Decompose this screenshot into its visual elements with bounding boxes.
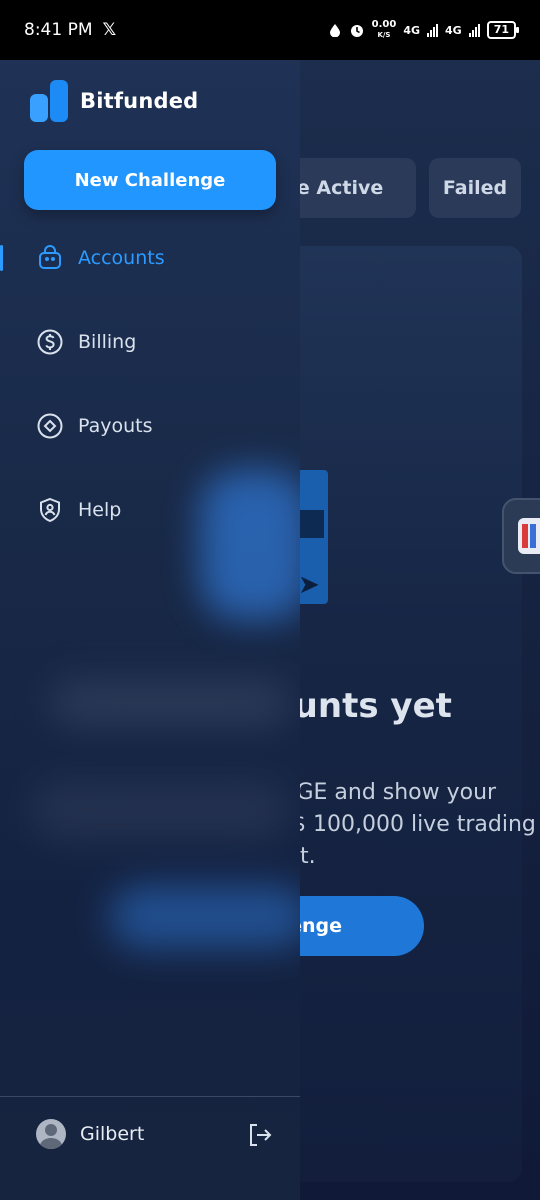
x-icon: 𝕏 bbox=[102, 20, 117, 40]
logout-icon[interactable] bbox=[246, 1121, 274, 1149]
sidebar-item-accounts[interactable]: Accounts bbox=[0, 228, 300, 288]
floating-app-bubble[interactable] bbox=[502, 498, 540, 574]
drawer-footer: Gilbert bbox=[0, 1096, 300, 1200]
tab-failed[interactable]: Failed bbox=[429, 158, 521, 218]
navigation-drawer: Bitfunded New Challenge Accounts Billing bbox=[0, 60, 300, 1200]
signal-icon-2 bbox=[468, 23, 480, 37]
data-saver-icon bbox=[329, 24, 340, 37]
brand-name: Bitfunded bbox=[80, 89, 199, 113]
sidebar-item-billing[interactable]: Billing bbox=[0, 312, 300, 372]
sidebar-item-label: Accounts bbox=[78, 247, 165, 269]
empty-state-text-line-3: t. bbox=[300, 844, 316, 869]
network-speed-value: 0.00 bbox=[371, 19, 397, 30]
battery-icon: 71 bbox=[486, 21, 520, 39]
user-profile[interactable]: Gilbert bbox=[36, 1119, 144, 1149]
sidebar-item-label: Help bbox=[78, 499, 122, 521]
status-bar: 8:41 PM 𝕏 0.00 K/S 4G 4G 71 bbox=[0, 0, 540, 60]
sidebar-item-label: Payouts bbox=[78, 415, 153, 437]
empty-state-text-line-1: NGE and show your bbox=[280, 780, 497, 805]
network-type-2: 4G bbox=[445, 23, 462, 37]
shield-user-icon bbox=[36, 496, 64, 524]
network-type-1: 4G bbox=[403, 23, 420, 37]
new-challenge-button[interactable]: New Challenge bbox=[24, 150, 276, 210]
network-speed: 0.00 K/S bbox=[372, 20, 397, 40]
diamond-circle-icon bbox=[36, 412, 64, 440]
blur-decoration bbox=[30, 780, 290, 840]
network-speed-unit: K/S bbox=[377, 31, 391, 39]
sidebar-item-label: Billing bbox=[78, 331, 137, 353]
blur-decoration bbox=[110, 886, 300, 948]
sidebar-item-payouts[interactable]: Payouts bbox=[0, 396, 300, 456]
status-time: 8:41 PM bbox=[24, 20, 93, 40]
bag-icon bbox=[36, 244, 64, 272]
user-name: Gilbert bbox=[80, 1123, 145, 1145]
dollar-circle-icon bbox=[36, 328, 64, 356]
avatar bbox=[36, 1119, 66, 1149]
sidebar-item-help[interactable]: Help bbox=[0, 480, 300, 540]
active-indicator bbox=[0, 245, 3, 271]
brand-header: Bitfunded bbox=[30, 80, 198, 122]
empty-state-text-line-2: $ 100,000 live trading bbox=[292, 812, 536, 837]
blur-decoration bbox=[50, 680, 290, 726]
gmail-icon bbox=[518, 518, 540, 554]
bitfunded-logo-icon bbox=[30, 80, 70, 122]
signal-icon bbox=[427, 23, 438, 37]
alarm-icon bbox=[350, 25, 363, 37]
